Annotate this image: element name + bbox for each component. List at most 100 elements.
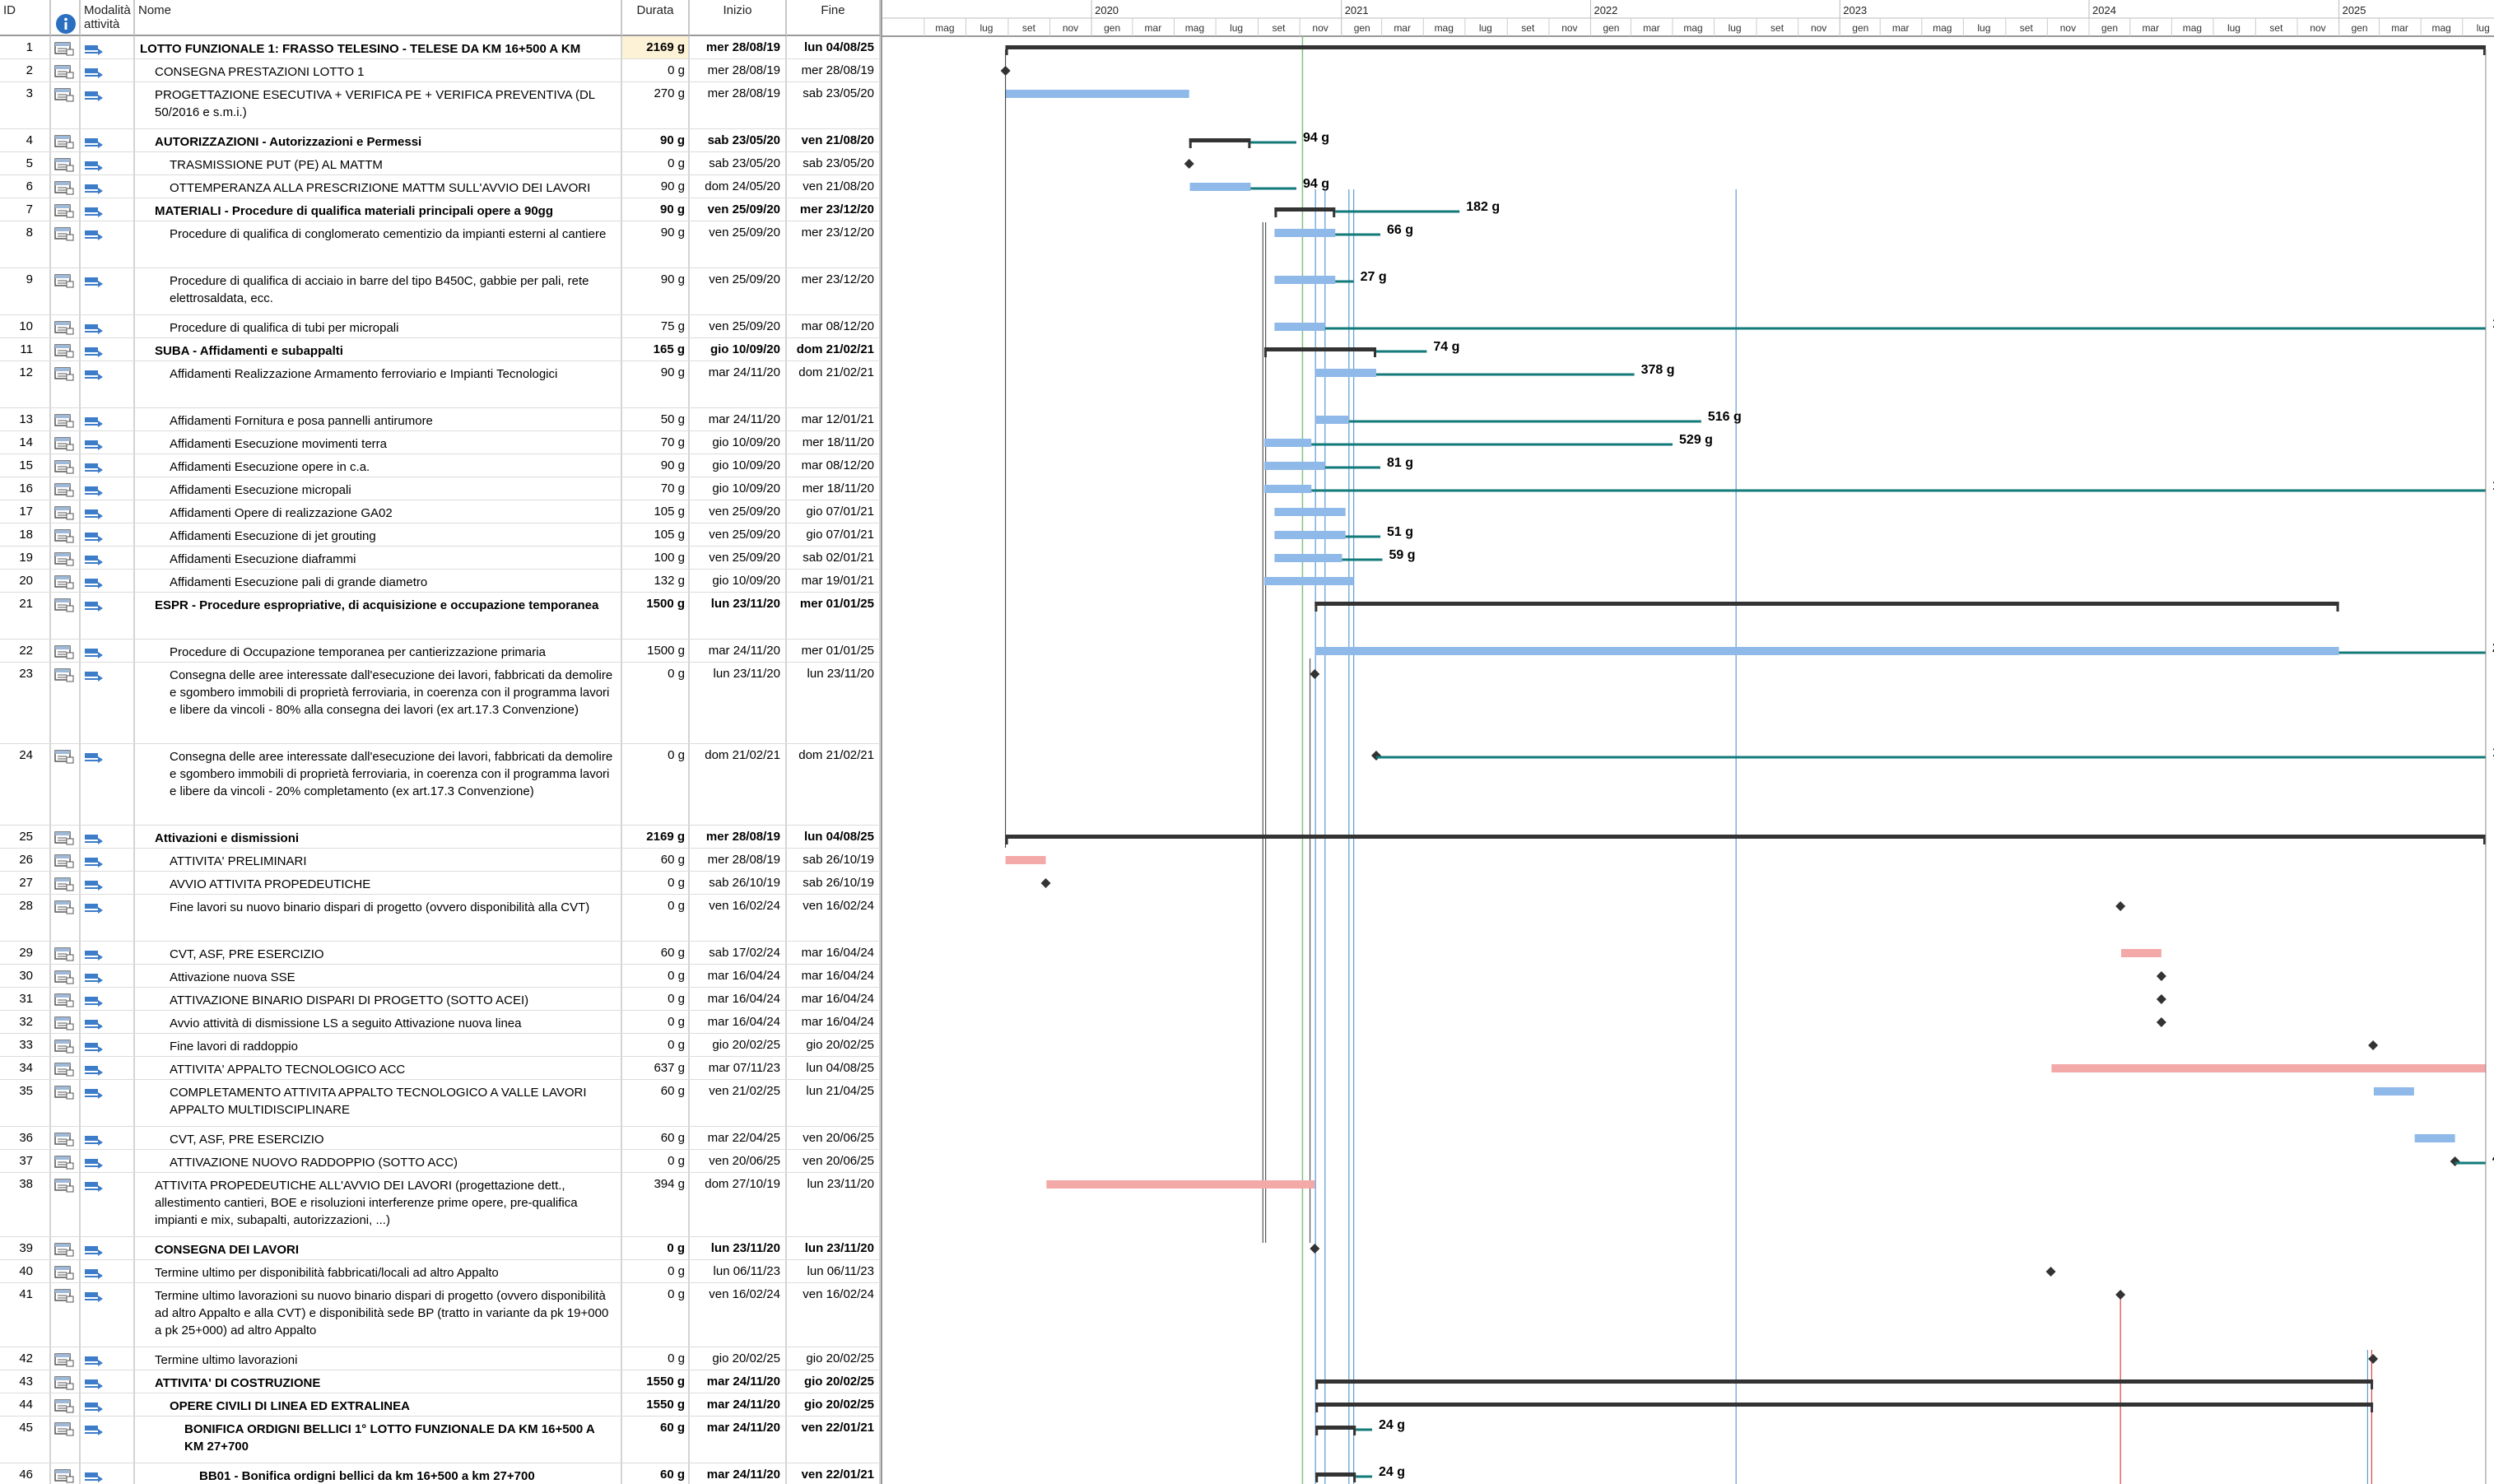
task-id[interactable]: 28 (0, 895, 51, 941)
table-row[interactable]: 19 Affidamenti Esecuzione diaframmi 100 gv… (0, 547, 881, 570)
task-id[interactable]: 42 (0, 1347, 51, 1370)
task-duration[interactable]: 105 g (622, 523, 690, 546)
milestone-diamond[interactable] (2115, 1290, 2126, 1300)
task-start[interactable]: mar 24/11/20 (690, 1463, 787, 1484)
task-id[interactable]: 21 (0, 593, 51, 639)
table-row[interactable]: 35 COMPLETAMENTO ATTIVITA APPALTO TECNOLO… (0, 1080, 881, 1127)
task-id[interactable]: 32 (0, 1011, 51, 1033)
task-name[interactable]: TRASMISSIONE PUT (PE) AL MATTM (135, 152, 622, 174)
task-id[interactable]: 43 (0, 1370, 51, 1393)
task-start[interactable]: sab 17/02/24 (690, 942, 787, 964)
task-mode-cell[interactable] (81, 1237, 135, 1259)
task-info-cell[interactable] (51, 82, 81, 128)
task-mode-cell[interactable] (81, 895, 135, 941)
task-info-cell[interactable] (51, 500, 81, 523)
task-id[interactable]: 12 (0, 361, 51, 407)
table-row[interactable]: 39 CONSEGNA DEI LAVORI 0 g lun 23/11/20 lun … (0, 1237, 881, 1260)
task-duration[interactable]: 0 g (622, 988, 690, 1010)
task-id[interactable]: 40 (0, 1260, 51, 1282)
task-start[interactable]: ven 25/09/20 (690, 268, 787, 314)
task-bar[interactable] (1263, 577, 1354, 585)
task-mode-cell[interactable] (81, 82, 135, 128)
task-name[interactable]: Affidamenti Fornitura e posa pannelli an… (135, 408, 622, 430)
task-duration[interactable]: 100 g (622, 547, 690, 569)
task-start[interactable]: lun 23/11/20 (690, 593, 787, 639)
task-id[interactable]: 26 (0, 849, 51, 871)
task-duration[interactable]: 1500 g (622, 640, 690, 662)
table-row[interactable]: 11 SUBA - Affidamenti e subappalti 165 g gi… (0, 338, 881, 361)
task-mode-cell[interactable] (81, 1463, 135, 1484)
task-finish[interactable]: mer 23/12/20 (787, 198, 881, 221)
task-finish[interactable]: gio 20/02/25 (787, 1034, 881, 1056)
task-id[interactable]: 7 (0, 198, 51, 221)
task-finish[interactable]: gio 20/02/25 (787, 1347, 881, 1370)
task-id[interactable]: 1 (0, 36, 51, 58)
column-header-info[interactable] (51, 0, 81, 36)
task-mode-cell[interactable] (81, 198, 135, 221)
task-duration[interactable]: 0 g (622, 663, 690, 743)
task-mode-cell[interactable] (81, 175, 135, 198)
task-mode-cell[interactable] (81, 1347, 135, 1370)
task-name[interactable]: ATTIVITA' DI COSTRUZIONE (135, 1370, 622, 1393)
task-info-cell[interactable] (51, 849, 81, 871)
task-finish[interactable]: sab 26/10/19 (787, 849, 881, 871)
task-name[interactable]: Procedure di qualifica di conglomerato c… (135, 221, 622, 267)
column-header-name[interactable]: Nome (135, 0, 622, 36)
task-mode-cell[interactable] (81, 315, 135, 337)
task-info-cell[interactable] (51, 315, 81, 337)
task-start[interactable]: mer 28/08/19 (690, 826, 787, 848)
task-id[interactable]: 19 (0, 547, 51, 569)
task-finish[interactable]: gio 07/01/21 (787, 523, 881, 546)
task-start[interactable]: mer 28/08/19 (690, 59, 787, 81)
task-duration[interactable]: 1550 g (622, 1370, 690, 1393)
task-finish[interactable]: mer 23/12/20 (787, 268, 881, 314)
table-row[interactable]: 20 Affidamenti Esecuzione pali di grande … (0, 570, 881, 593)
task-finish[interactable]: lun 23/11/20 (787, 663, 881, 743)
task-mode-cell[interactable] (81, 942, 135, 964)
task-duration[interactable]: 60 g (622, 942, 690, 964)
task-id[interactable]: 15 (0, 454, 51, 477)
column-header-duration[interactable]: Durata (622, 0, 690, 36)
table-row[interactable]: 40 Termine ultimo per disponibilità fabbr… (0, 1260, 881, 1283)
task-start[interactable]: ven 16/02/24 (690, 895, 787, 941)
task-bar[interactable] (1005, 90, 1189, 98)
task-mode-cell[interactable] (81, 1127, 135, 1149)
task-mode-cell[interactable] (81, 593, 135, 639)
table-row[interactable]: 23 Consegna delle aree interessate dall'e… (0, 663, 881, 744)
task-finish[interactable]: lun 23/11/20 (787, 1237, 881, 1259)
task-info-cell[interactable] (51, 942, 81, 964)
task-finish[interactable]: mer 01/01/25 (787, 593, 881, 639)
task-start[interactable]: ven 25/09/20 (690, 198, 787, 221)
task-mode-cell[interactable] (81, 1393, 135, 1416)
task-mode-cell[interactable] (81, 1283, 135, 1347)
task-name[interactable]: ATTIVITA' APPALTO TECNOLOGICO ACC (135, 1057, 622, 1079)
task-id[interactable]: 4 (0, 129, 51, 151)
task-name[interactable]: Affidamenti Opere di realizzazione GA02 (135, 500, 622, 523)
task-bar[interactable] (1263, 462, 1325, 470)
task-duration[interactable]: 90 g (622, 361, 690, 407)
table-row[interactable]: 4 AUTORIZZAZIONI - Autorizzazioni e Perme… (0, 129, 881, 152)
task-info-cell[interactable] (51, 1393, 81, 1416)
task-info-cell[interactable] (51, 965, 81, 987)
task-mode-cell[interactable] (81, 1080, 135, 1126)
task-finish[interactable]: lun 23/11/20 (787, 1173, 881, 1236)
task-id[interactable]: 20 (0, 570, 51, 592)
task-name[interactable]: BB01 - Bonifica ordigni bellici da km 16… (135, 1463, 622, 1484)
milestone-diamond[interactable] (2156, 1017, 2166, 1027)
task-duration[interactable]: 60 g (622, 1417, 690, 1463)
task-info-cell[interactable] (51, 175, 81, 198)
milestone-diamond[interactable] (2115, 901, 2126, 911)
task-bar[interactable] (2373, 1087, 2414, 1096)
task-duration[interactable]: 60 g (622, 849, 690, 871)
task-duration[interactable]: 394 g (622, 1173, 690, 1236)
task-finish[interactable]: mar 16/04/24 (787, 942, 881, 964)
task-start[interactable]: mar 24/11/20 (690, 1370, 787, 1393)
summary-bar[interactable] (1189, 138, 1251, 142)
task-id[interactable]: 36 (0, 1127, 51, 1149)
task-bar[interactable] (1274, 323, 1325, 331)
task-finish[interactable]: lun 21/04/25 (787, 1080, 881, 1126)
task-mode-cell[interactable] (81, 570, 135, 592)
task-duration[interactable]: 90 g (622, 454, 690, 477)
summary-bar[interactable] (1263, 347, 1377, 351)
task-finish[interactable]: ven 16/02/24 (787, 895, 881, 941)
